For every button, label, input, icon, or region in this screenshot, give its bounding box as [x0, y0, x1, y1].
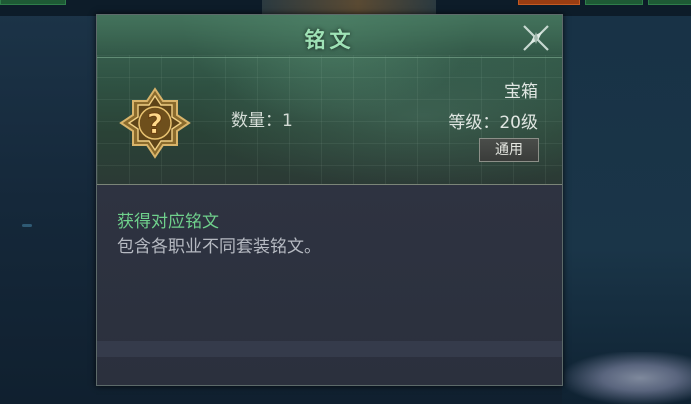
game-background-right [562, 16, 691, 404]
dialog-title: 铭文 [304, 28, 355, 52]
description-title: 获得对应铭文 [117, 212, 219, 232]
map-marker [22, 224, 32, 227]
close-icon [523, 25, 549, 51]
item-type: 宝箱 [504, 82, 538, 102]
mystery-chest-icon: ? [119, 87, 191, 159]
item-tag-badge: 通用 [479, 138, 539, 162]
dialog-body: 获得对应铭文 包含各职业不同套装铭文。 [97, 185, 562, 385]
top-menu-button-right[interactable] [648, 0, 691, 5]
item-info-dialog: 铭文 ? 数量：1 宝箱 等级：20级 通用 获得对应铭文 包含各职业不同套装铭… [96, 14, 563, 386]
body-footer-band [97, 341, 562, 357]
item-level: 等级：20级 [448, 113, 538, 133]
item-quantity: 数量：1 [231, 111, 293, 131]
svg-text:?: ? [147, 107, 163, 140]
description-text: 包含各职业不同套装铭文。 [117, 237, 321, 257]
top-menu-button-left[interactable] [0, 0, 66, 5]
game-background-object [564, 352, 691, 404]
top-banner-art [262, 0, 436, 14]
top-menu-button-green[interactable] [585, 0, 643, 5]
dialog-header: 铭文 ? 数量：1 宝箱 等级：20级 通用 [97, 15, 562, 185]
top-menu-button-orange[interactable] [518, 0, 580, 5]
close-button[interactable] [521, 23, 551, 53]
